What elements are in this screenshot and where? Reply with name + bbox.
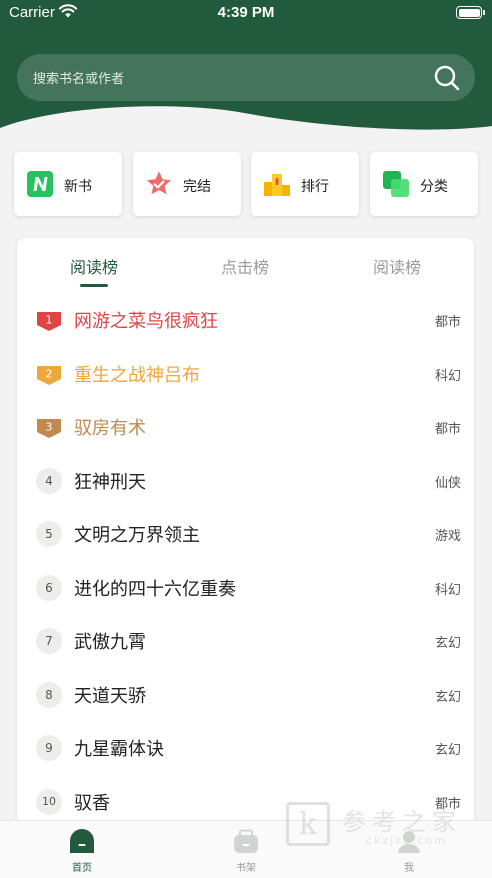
ranking-panel: 阅读榜 点击榜 阅读榜 1 网游之菜鸟很疯狂 都市 2 重生之战神吕布 科幻 3… bbox=[17, 238, 474, 838]
star-check-icon bbox=[147, 171, 171, 195]
book-genre: 都市 bbox=[434, 422, 461, 437]
rank-badge-bronze-icon: 3 bbox=[37, 419, 61, 438]
book-genre: 玄幻 bbox=[434, 690, 461, 705]
search-placeholder[interactable]: 搜索书名或作者 bbox=[33, 68, 124, 87]
category-card-finished[interactable]: 完结 bbox=[133, 152, 241, 216]
squares-icon bbox=[383, 171, 409, 197]
category-label: 排行 bbox=[301, 179, 329, 195]
category-card-classify[interactable]: 分类 bbox=[370, 152, 478, 216]
book-genre: 都市 bbox=[434, 315, 461, 330]
book-title[interactable]: 驭房有术 bbox=[74, 414, 146, 440]
book-title[interactable]: 进化的四十六亿重奏 bbox=[74, 575, 236, 601]
ranking-row[interactable]: 2 重生之战神吕布 科幻 bbox=[17, 348, 474, 401]
tab-indicator bbox=[80, 284, 108, 287]
tab-home[interactable]: 首页 bbox=[42, 827, 122, 874]
ranking-row[interactable]: 7 武傲九霄 玄幻 bbox=[17, 615, 474, 668]
tab-reading-rank-2[interactable]: 阅读榜 bbox=[322, 254, 472, 278]
book-genre: 游戏 bbox=[434, 529, 461, 544]
rank-number: 8 bbox=[36, 682, 62, 708]
book-title[interactable]: 重生之战神吕布 bbox=[74, 361, 200, 387]
ranking-row[interactable]: 4 狂神刑天 仙侠 bbox=[17, 455, 474, 508]
rank-number: 9 bbox=[36, 735, 62, 761]
home-icon bbox=[70, 829, 94, 853]
watermark: k 参考之家 ckzjzb.com bbox=[286, 802, 486, 856]
category-card-ranking[interactable]: 排行 bbox=[251, 152, 359, 216]
rank-number: 5 bbox=[36, 521, 62, 547]
tab-label: 首页 bbox=[72, 863, 92, 874]
tab-reading-rank[interactable]: 阅读榜 bbox=[19, 254, 169, 278]
podium-icon bbox=[264, 174, 290, 196]
watermark-url: ckzjzb.com bbox=[366, 834, 447, 847]
book-title[interactable]: 驭香 bbox=[74, 789, 110, 815]
book-genre: 科幻 bbox=[434, 583, 461, 598]
book-genre: 玄幻 bbox=[434, 743, 461, 758]
book-title[interactable]: 天道天骄 bbox=[74, 682, 146, 708]
watermark-logo: k bbox=[286, 802, 330, 846]
rank-number: 4 bbox=[36, 468, 62, 494]
rank-badge-gold-icon: 1 bbox=[37, 312, 61, 331]
ranking-row[interactable]: 5 文明之万界领主 游戏 bbox=[17, 508, 474, 561]
ranking-row[interactable]: 3 驭房有术 都市 bbox=[17, 401, 474, 454]
rank-number: 10 bbox=[36, 789, 62, 815]
tab-label: 我 bbox=[404, 863, 414, 874]
category-label: 完结 bbox=[183, 179, 211, 195]
book-genre: 仙侠 bbox=[434, 476, 461, 491]
ranking-row[interactable]: 6 进化的四十六亿重奏 科幻 bbox=[17, 562, 474, 615]
ranking-row[interactable]: 1 网游之菜鸟很疯狂 都市 bbox=[17, 294, 474, 347]
status-time: 4:39 PM bbox=[217, 4, 275, 21]
battery-icon bbox=[456, 6, 482, 19]
rank-number: 3 bbox=[46, 421, 53, 434]
rank-number: 1 bbox=[46, 314, 53, 327]
category-card-new[interactable]: 新书 bbox=[14, 152, 122, 216]
rank-number: 2 bbox=[46, 368, 53, 381]
header: Carrier 4:39 PM 搜索书名或作者 bbox=[0, 0, 492, 130]
search-bar[interactable]: 搜索书名或作者 bbox=[17, 54, 475, 101]
header-wave bbox=[0, 106, 492, 130]
rank-number: 7 bbox=[36, 628, 62, 654]
status-bar: Carrier 4:39 PM bbox=[0, 0, 492, 26]
book-title[interactable]: 狂神刑天 bbox=[74, 468, 146, 494]
category-label: 新书 bbox=[64, 179, 92, 195]
ranking-row[interactable]: 8 天道天骄 玄幻 bbox=[17, 669, 474, 722]
category-label: 分类 bbox=[420, 179, 448, 195]
book-genre: 玄幻 bbox=[434, 636, 461, 651]
tab-click-rank[interactable]: 点击榜 bbox=[170, 254, 320, 278]
new-badge-icon bbox=[27, 171, 53, 197]
tab-label: 书架 bbox=[236, 863, 256, 874]
book-title[interactable]: 九星霸体诀 bbox=[74, 735, 164, 761]
book-title[interactable]: 网游之菜鸟很疯狂 bbox=[74, 307, 218, 333]
book-title[interactable]: 武傲九霄 bbox=[74, 628, 146, 654]
tab-bookshelf[interactable]: 书架 bbox=[206, 827, 286, 874]
bookshelf-icon bbox=[234, 829, 258, 853]
ranking-row[interactable]: 9 九星霸体诀 玄幻 bbox=[17, 722, 474, 775]
search-icon[interactable] bbox=[433, 64, 461, 92]
rank-badge-silver-icon: 2 bbox=[37, 366, 61, 385]
book-title[interactable]: 文明之万界领主 bbox=[74, 521, 200, 547]
watermark-title: 参考之家 bbox=[342, 808, 462, 836]
battery-tip bbox=[483, 10, 485, 15]
rank-number: 6 bbox=[36, 575, 62, 601]
book-genre: 科幻 bbox=[434, 369, 461, 384]
